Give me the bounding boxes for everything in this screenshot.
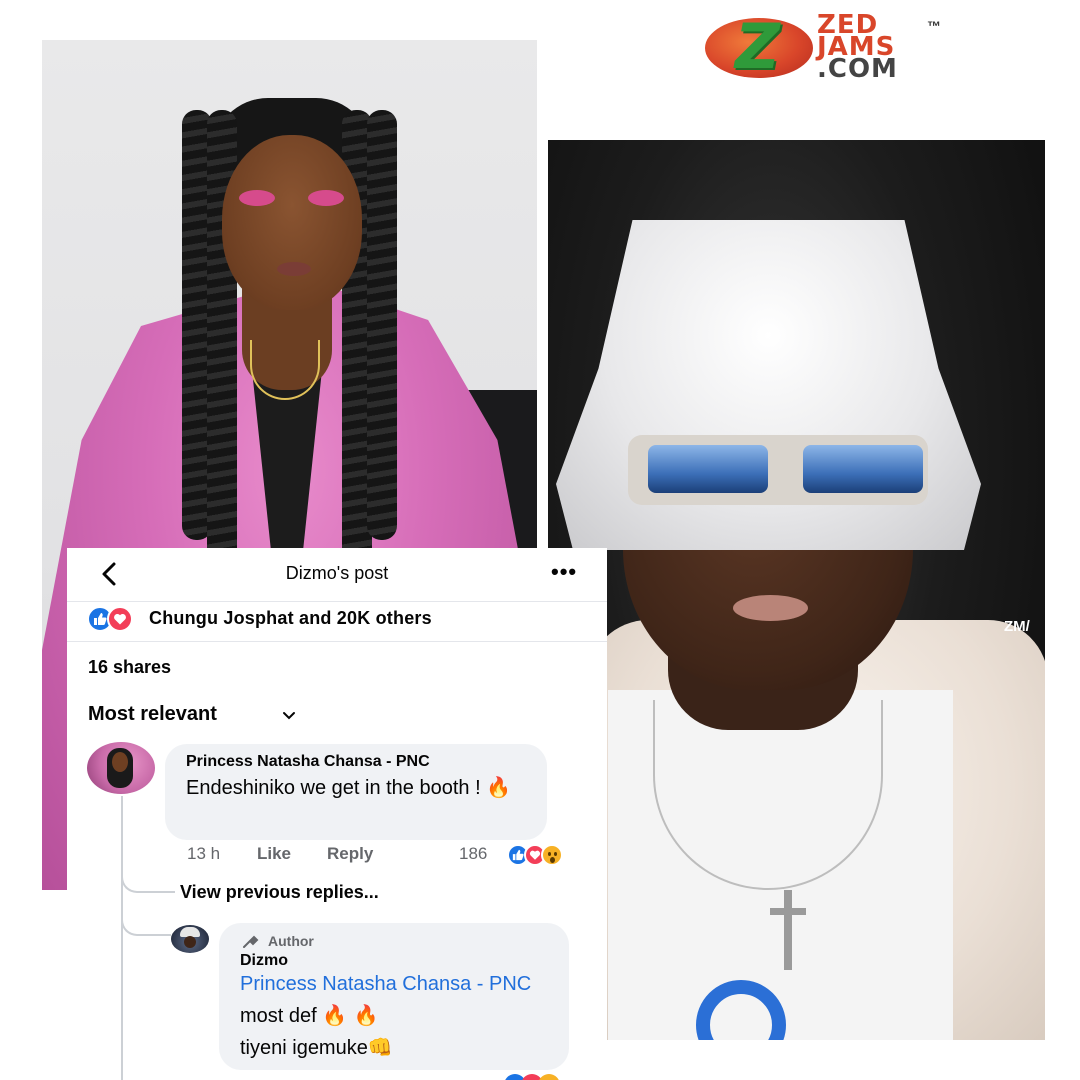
reactions-text: Chungu Josphat and 20K others — [149, 608, 432, 628]
view-previous-replies-link[interactable]: View previous replies... — [180, 882, 379, 903]
reply-body: most def — [240, 1005, 323, 1027]
comment-actions: 13 h Like Reply 186 — [187, 844, 607, 870]
comment-timestamp: 13 h — [187, 844, 221, 863]
trademark-symbol: ™ — [927, 18, 941, 34]
more-icon[interactable]: ••• — [551, 560, 577, 584]
fist-emoji: 👊 — [367, 1035, 393, 1059]
thread-branch — [121, 888, 171, 936]
sort-comments-label[interactable]: Most relevant — [88, 703, 217, 726]
logo-z-mark: Z — [735, 10, 780, 83]
chevron-down-icon[interactable] — [281, 708, 297, 724]
shares-count[interactable]: 16 shares — [88, 657, 171, 678]
reply-body-line2: tiyeni igemuke — [240, 1037, 368, 1059]
like-button[interactable]: Like — [257, 844, 291, 864]
reply-reactions-peek — [504, 1074, 594, 1080]
love-reaction-icon — [107, 606, 133, 632]
post-title: Dizmo's post — [285, 563, 389, 583]
logo-line-3: .COM — [817, 54, 898, 84]
photo-man-bucket-hat: ZM/ — [548, 140, 1045, 1040]
comment-text: Endeshiniko we get in the booth ! 🔥 — [186, 772, 536, 804]
author-badge: Author — [241, 933, 361, 949]
comment-bubble: Princess Natasha Chansa - PNC Endeshinik… — [165, 744, 547, 840]
zedjams-logo: Z ZED JAMS .COM ™ — [705, 12, 955, 82]
avatar[interactable] — [171, 925, 209, 953]
divider — [67, 641, 607, 642]
comment-author[interactable]: Princess Natasha Chansa - PNC — [186, 753, 430, 771]
wow-reaction-icon — [541, 844, 563, 866]
mic-icon — [243, 935, 259, 948]
reply-author[interactable]: Dizmo — [240, 952, 288, 970]
reply-text: Princess Natasha Chansa - PNC most def 🔥… — [240, 969, 568, 1064]
reactions-summary[interactable]: Chungu Josphat and 20K others — [87, 606, 607, 640]
mention-link[interactable]: Princess Natasha Chansa - PNC — [240, 973, 531, 995]
thread-branch — [121, 848, 175, 893]
author-badge-label: Author — [268, 933, 314, 949]
avatar[interactable] — [87, 742, 155, 794]
reply-button[interactable]: Reply — [327, 844, 373, 864]
post-header: Dizmo's post ••• — [67, 548, 607, 602]
photo-watermark: ZM/ — [1004, 618, 1030, 635]
reaction-count[interactable]: 186 — [459, 844, 487, 864]
thread-line — [121, 796, 123, 1080]
fire-emoji: 🔥 🔥 — [322, 1003, 379, 1027]
logo-wordmark: ZED JAMS .COM — [817, 12, 898, 84]
facebook-post-card: Dizmo's post ••• Chungu Josphat and 20K … — [67, 548, 607, 1080]
fire-emoji: 🔥 — [486, 775, 512, 799]
comment-body: Endeshiniko we get in the booth ! — [186, 777, 487, 799]
reply-bubble: Author Dizmo Princess Natasha Chansa - P… — [219, 923, 569, 1070]
